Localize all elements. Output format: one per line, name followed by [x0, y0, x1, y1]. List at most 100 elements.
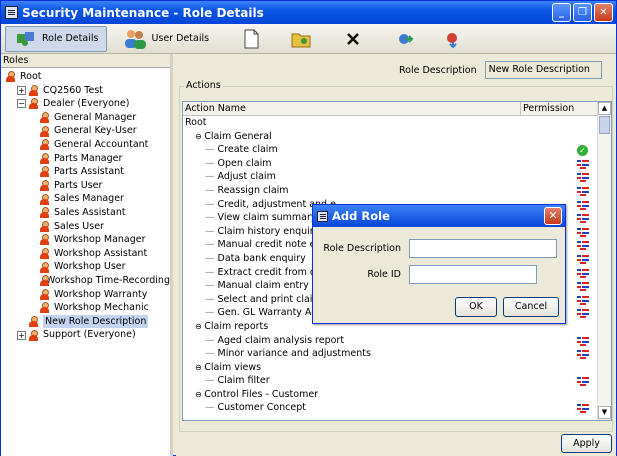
permission-denied-icon[interactable]	[577, 336, 589, 346]
permission-denied-icon[interactable]	[577, 403, 589, 414]
role-tree-item[interactable]: Workshop Assistant	[1, 247, 170, 261]
permission-denied-icon[interactable]	[577, 240, 589, 251]
permission-denied-icon[interactable]	[577, 281, 589, 292]
role-details-button[interactable]: Role Details	[5, 25, 108, 52]
cancel-button[interactable]: Cancel	[503, 297, 559, 317]
roles-tree: Root + CQ2560 Test − Dealer (Everyone) Genera…	[1, 68, 170, 342]
role-tree-item[interactable]: Parts Manager	[1, 152, 170, 166]
role-tree-item[interactable]: Workshop Manager	[1, 233, 170, 247]
role-person-icon	[39, 152, 50, 164]
role-label: Workshop Assistant	[54, 247, 148, 259]
permission-granted-icon[interactable]: ✓	[577, 145, 588, 157]
close-button[interactable]: ✕	[594, 3, 613, 22]
tree-branch-line: —	[205, 307, 218, 319]
tree-branch-line: —	[205, 266, 218, 278]
open-button[interactable]	[281, 26, 321, 52]
action-row[interactable]: ⊖ Claim views	[183, 361, 611, 375]
action-row[interactable]: — Claim filter	[183, 374, 611, 388]
permission-denied-icon[interactable]	[577, 227, 589, 237]
action-row[interactable]: — Adjust claim	[183, 170, 611, 184]
dialog-title-bar[interactable]: Add Role	[313, 205, 565, 227]
permission-denied-icon[interactable]	[577, 268, 589, 278]
user-details-button[interactable]: User Details	[115, 26, 217, 52]
role-tree-item[interactable]: Sales Manager	[1, 192, 170, 206]
action-row[interactable]: — Customer Concept	[183, 401, 611, 415]
permission-denied-icon[interactable]	[577, 186, 589, 196]
maximize-button[interactable]: ❐	[573, 3, 592, 22]
permission-denied-icon[interactable]	[577, 308, 589, 319]
role-tree-item[interactable]: Workshop Warranty	[1, 288, 170, 302]
role-label: Workshop Manager	[54, 234, 146, 246]
role-tree-item[interactable]: Parts User	[1, 179, 170, 193]
permission-denied-icon[interactable]	[577, 295, 589, 305]
dialog-close-button[interactable]: ✕	[544, 207, 562, 225]
scroll-down-icon[interactable]: ▼	[598, 406, 611, 419]
action-name: Create claim	[217, 144, 278, 156]
collapse-icon[interactable]: ⊖	[195, 390, 204, 399]
role-tree-item[interactable]: Workshop Time-Recording	[1, 274, 170, 288]
scroll-up-icon[interactable]: ▲	[598, 102, 611, 115]
role-tree-item[interactable]: Sales Assistant	[1, 206, 170, 220]
delete-button[interactable]	[333, 26, 373, 52]
permission-denied-icon[interactable]	[577, 213, 589, 224]
collapse-icon[interactable]: ⊖	[195, 132, 204, 141]
permission-denied-icon[interactable]	[577, 159, 589, 169]
action-row[interactable]: ⊖ Claim General	[183, 130, 611, 144]
role-tree-item[interactable]: General Manager	[1, 111, 170, 125]
role-label: Root	[20, 71, 42, 82]
role-label: Workshop User	[54, 261, 126, 273]
title-bar[interactable]: Security Maintenance - Role Details _ ❐ …	[1, 1, 616, 24]
col-permission[interactable]: Permission	[521, 102, 599, 115]
expand-icon[interactable]: +	[17, 85, 26, 95]
role-description-field[interactable]: New Role Description	[484, 61, 602, 79]
role-label: General Accountant	[54, 138, 149, 150]
role-person-icon	[39, 234, 50, 246]
role-label: Sales Manager	[54, 193, 124, 205]
role-tree-item[interactable]: General Accountant	[1, 138, 170, 152]
role-tree-item[interactable]: Root	[1, 70, 170, 84]
action-row[interactable]: — Aged claim analysis report	[183, 334, 611, 348]
permission-denied-icon[interactable]	[577, 376, 589, 387]
role-tree-item[interactable]: Sales User	[1, 220, 170, 234]
collapse-icon[interactable]: ⊖	[195, 363, 204, 372]
tree-branch-line: —	[205, 157, 218, 169]
collapse-icon[interactable]: ⊖	[195, 322, 204, 331]
role-tree-item[interactable]: New Role Description	[1, 314, 170, 329]
role-label: Workshop Time-Recording	[45, 274, 170, 286]
dialog-role-description-input[interactable]	[409, 239, 557, 258]
role-tree-item[interactable]: − Dealer (Everyone)	[1, 97, 170, 111]
action-name: Claim history enquiry	[217, 225, 320, 237]
role-tree-item[interactable]: General Key-User	[1, 124, 170, 138]
action-row[interactable]: — Minor variance and adjustments	[183, 347, 611, 361]
action-row[interactable]: — Open claim	[183, 157, 611, 171]
role-tree-item[interactable]: Workshop User	[1, 260, 170, 274]
dialog-role-id-input[interactable]	[409, 265, 537, 284]
permission-denied-icon[interactable]	[577, 254, 589, 264]
role-person-icon	[5, 71, 16, 83]
role-person-icon	[28, 329, 39, 341]
col-action-name[interactable]: Action Name	[183, 102, 521, 115]
ok-button[interactable]: OK	[455, 297, 497, 317]
role-tree-item[interactable]: + Support (Everyone)	[1, 328, 170, 342]
role-tree-item[interactable]: Workshop Mechanic	[1, 301, 170, 315]
expand-icon[interactable]: +	[17, 330, 26, 340]
apply-button[interactable]: Apply	[561, 434, 612, 453]
action-row[interactable]: ⊖ Control Files - Customer	[183, 388, 611, 402]
minimize-button[interactable]: _	[552, 3, 571, 22]
action-row[interactable]: — Reassign claim	[183, 184, 611, 198]
vertical-scrollbar[interactable]: ▲ ▼	[597, 102, 611, 420]
collapse-icon[interactable]: −	[17, 99, 26, 109]
action-row[interactable]: — Create claim ✓	[183, 143, 611, 157]
new-button[interactable]	[231, 26, 271, 52]
permission-denied-icon[interactable]	[577, 349, 589, 360]
role-tree-item[interactable]: + CQ2560 Test	[1, 84, 170, 98]
import-button[interactable]	[385, 26, 425, 52]
role-tree-item[interactable]: Parts Assistant	[1, 165, 170, 179]
role-label: Workshop Warranty	[54, 288, 148, 300]
export-button[interactable]	[433, 26, 473, 52]
permission-denied-icon[interactable]	[577, 200, 589, 210]
permission-denied-icon[interactable]	[577, 172, 589, 183]
puzzle-icon	[17, 31, 34, 46]
action-row[interactable]: Root	[183, 116, 611, 130]
scroll-thumb[interactable]	[599, 116, 610, 134]
